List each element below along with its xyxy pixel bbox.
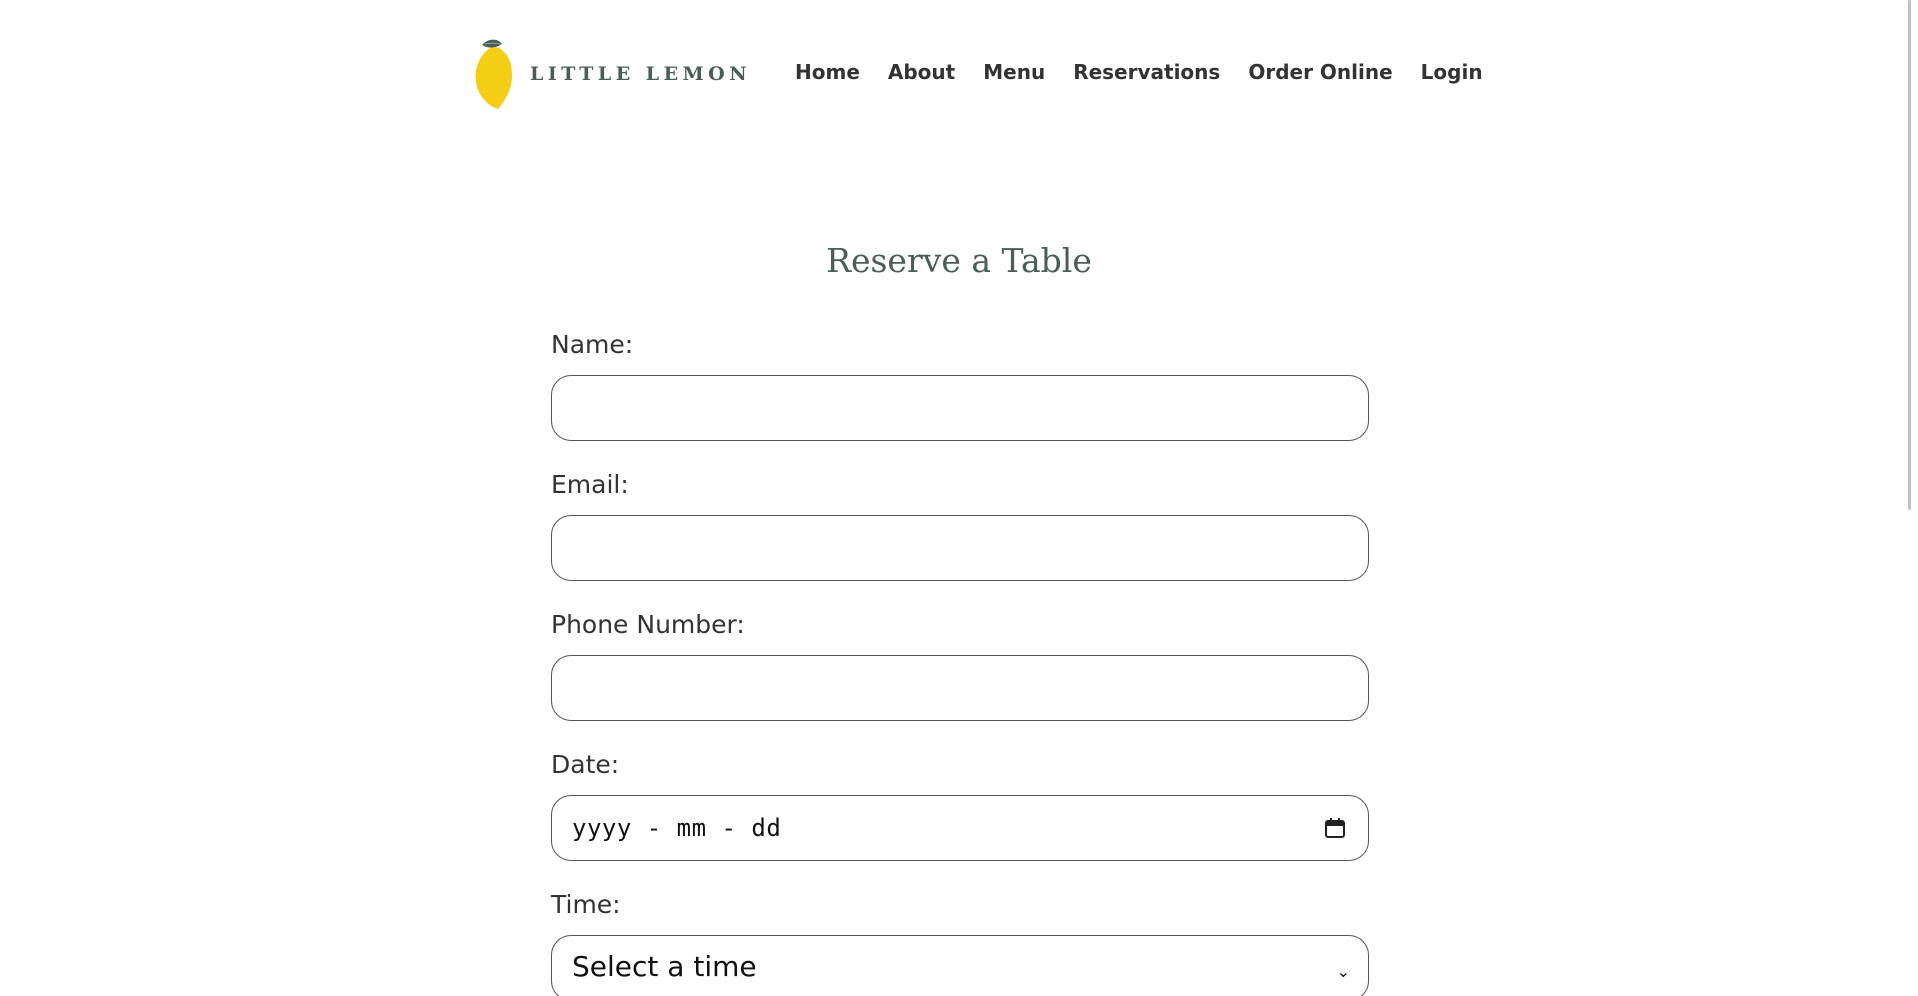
phone-field-group: Phone Number: — [551, 610, 1369, 721]
nav-order-online[interactable]: Order Online — [1248, 60, 1392, 84]
scrollbar-thumb[interactable] — [1908, 0, 1911, 510]
email-field-group: Email: — [551, 470, 1369, 581]
name-label: Name: — [551, 330, 634, 359]
date-field-group: Date: yyyy - mm - dd — [551, 750, 1369, 861]
nav-menu[interactable]: Menu — [983, 60, 1045, 84]
time-select[interactable]: Select a time ⌄ — [551, 935, 1369, 996]
site-header: LITTLE LEMON Home About Menu Reservation… — [0, 0, 1900, 150]
nav-home[interactable]: Home — [795, 60, 860, 84]
logo-text: LITTLE LEMON — [530, 63, 752, 85]
time-field-group: Time: Select a time ⌄ — [551, 890, 1369, 996]
logo[interactable]: LITTLE LEMON — [472, 38, 751, 110]
email-label: Email: — [551, 470, 629, 499]
calendar-icon[interactable] — [1324, 817, 1346, 839]
date-placeholder: yyyy - mm - dd — [572, 814, 782, 842]
nav-reservations[interactable]: Reservations — [1073, 60, 1220, 84]
date-label: Date: — [551, 750, 620, 779]
time-label: Time: — [551, 890, 621, 919]
main-nav: Home About Menu Reservations Order Onlin… — [795, 60, 1483, 84]
reservation-form: Name: Email: Phone Number: Date: yyyy - … — [551, 330, 1369, 996]
scrollbar[interactable] — [1900, 0, 1918, 996]
date-input[interactable]: yyyy - mm - dd — [551, 795, 1369, 861]
page: LITTLE LEMON Home About Menu Reservation… — [0, 0, 1918, 996]
nav-about[interactable]: About — [888, 60, 955, 84]
phone-input[interactable] — [551, 655, 1369, 721]
email-input[interactable] — [551, 515, 1369, 581]
name-field-group: Name: — [551, 330, 1369, 441]
page-title: Reserve a Table — [826, 241, 1092, 280]
lemon-icon — [475, 39, 512, 109]
nav-login[interactable]: Login — [1421, 60, 1483, 84]
name-input[interactable] — [551, 375, 1369, 441]
chevron-down-icon: ⌄ — [1336, 962, 1350, 981]
phone-label: Phone Number: — [551, 610, 745, 639]
time-selected: Select a time — [572, 950, 757, 983]
